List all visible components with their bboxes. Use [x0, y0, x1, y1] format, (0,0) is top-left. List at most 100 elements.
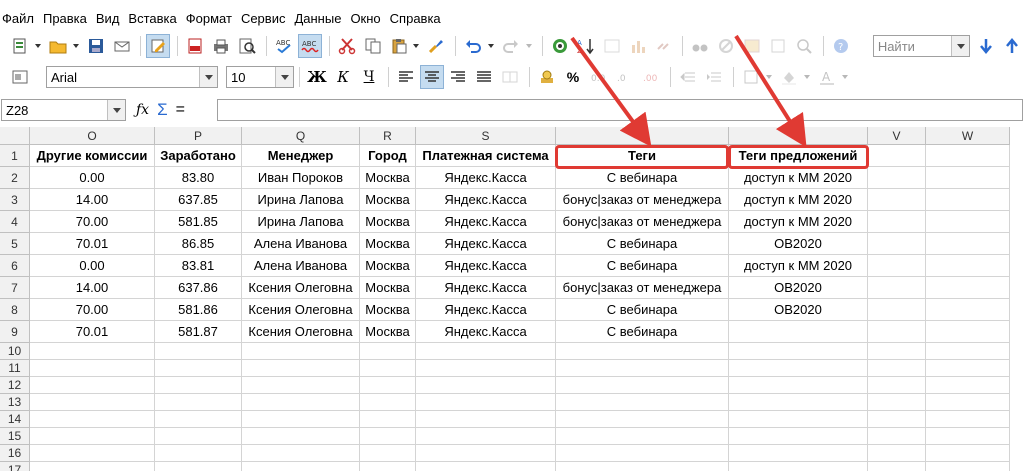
data-cell[interactable]	[416, 360, 556, 377]
data-cell[interactable]	[242, 360, 360, 377]
number-format-icon[interactable]: 0.0	[587, 65, 611, 89]
data-cell[interactable]: Москва	[360, 299, 416, 321]
header-cell[interactable]: Другие комиссии	[30, 145, 155, 167]
cut-icon[interactable]	[335, 34, 359, 58]
underline-button[interactable]: Ч	[357, 65, 381, 89]
data-cell[interactable]	[868, 189, 926, 211]
data-cell[interactable]: Яндекс.Касса	[416, 299, 556, 321]
data-cell[interactable]: доступ к ММ 2020	[729, 211, 868, 233]
data-cell[interactable]: OB2020	[729, 277, 868, 299]
image-icon[interactable]	[740, 34, 764, 58]
data-cell[interactable]	[556, 377, 729, 394]
data-cell[interactable]: Ирина Лапова	[242, 189, 360, 211]
data-cell[interactable]	[416, 462, 556, 471]
data-cell[interactable]	[155, 445, 242, 462]
find-up-icon[interactable]	[1000, 34, 1024, 58]
select-all-corner[interactable]	[0, 127, 30, 145]
no-entry-icon[interactable]	[714, 34, 738, 58]
paste-dropdown-icon[interactable]	[412, 34, 420, 58]
data-cell[interactable]	[155, 360, 242, 377]
clipboard-icon[interactable]	[387, 34, 411, 58]
data-cell[interactable]: С вебинара	[556, 167, 729, 189]
row-header[interactable]: 11	[0, 360, 30, 377]
data-cell[interactable]: Ксения Олеговна	[242, 277, 360, 299]
data-cell[interactable]: 14.00	[30, 277, 155, 299]
data-cell[interactable]	[926, 255, 1010, 277]
data-cell[interactable]: Иван Пороков	[242, 167, 360, 189]
data-cell[interactable]	[926, 211, 1010, 233]
chart-icon[interactable]	[626, 34, 650, 58]
data-cell[interactable]	[155, 462, 242, 471]
data-cell[interactable]	[416, 411, 556, 428]
row-header[interactable]: 14	[0, 411, 30, 428]
new-dropdown-icon[interactable]	[34, 34, 42, 58]
add-decimal-icon[interactable]: .0	[613, 65, 637, 89]
data-cell[interactable]	[729, 394, 868, 411]
data-cell[interactable]	[729, 377, 868, 394]
column-header[interactable]: P	[155, 127, 242, 145]
data-cell[interactable]	[360, 428, 416, 445]
menu-item[interactable]: Данные	[290, 8, 346, 30]
data-cell[interactable]	[868, 360, 926, 377]
function-wizard-icon[interactable]: ƒx	[136, 102, 149, 118]
data-cell[interactable]	[30, 394, 155, 411]
find-down-icon[interactable]	[974, 34, 998, 58]
open-dropdown-icon[interactable]	[72, 34, 80, 58]
data-cell[interactable]: OB2020	[729, 299, 868, 321]
column-header[interactable]: Q	[242, 127, 360, 145]
sum-button[interactable]: Σ	[157, 100, 168, 120]
frame-icon[interactable]	[766, 34, 790, 58]
email-icon[interactable]	[110, 34, 134, 58]
row-header[interactable]: 5	[0, 233, 30, 255]
row-header[interactable]: 16	[0, 445, 30, 462]
data-cell[interactable]	[926, 277, 1010, 299]
binoculars-icon[interactable]	[688, 34, 712, 58]
data-cell[interactable]	[926, 189, 1010, 211]
find-field-text[interactable]: Найти	[874, 39, 952, 54]
name-box-value[interactable]: Z28	[2, 103, 107, 118]
data-cell[interactable]	[926, 445, 1010, 462]
data-cell[interactable]	[729, 343, 868, 360]
menu-item[interactable]: Вставка	[124, 8, 181, 30]
delete-decimal-icon[interactable]: .00	[639, 65, 663, 89]
data-cell[interactable]: Алена Иванова	[242, 255, 360, 277]
data-cell[interactable]	[242, 377, 360, 394]
find-field[interactable]: Найти	[872, 35, 971, 57]
percent-button[interactable]: %	[561, 65, 585, 89]
data-cell[interactable]: Ксения Олеговна	[242, 321, 360, 343]
data-cell[interactable]	[868, 321, 926, 343]
data-cell[interactable]	[556, 445, 729, 462]
print-preview-icon[interactable]	[235, 34, 259, 58]
menu-item[interactable]: Файл	[0, 8, 39, 30]
data-cell[interactable]: Яндекс.Касса	[416, 255, 556, 277]
column-header[interactable]: S	[416, 127, 556, 145]
data-cell[interactable]	[30, 377, 155, 394]
data-cell[interactable]: OB2020	[729, 233, 868, 255]
currency-icon[interactable]	[535, 65, 559, 89]
data-cell[interactable]: доступ к ММ 2020	[729, 189, 868, 211]
row-header[interactable]: 13	[0, 394, 30, 411]
navigator-icon[interactable]	[548, 34, 572, 58]
background-color-icon[interactable]	[777, 65, 801, 89]
data-cell[interactable]	[556, 411, 729, 428]
data-cell[interactable]	[868, 411, 926, 428]
row-header[interactable]: 9	[0, 321, 30, 343]
edit-mode-icon[interactable]	[146, 34, 171, 58]
pdf-icon[interactable]	[183, 34, 207, 58]
data-cell[interactable]: Москва	[360, 233, 416, 255]
data-cell[interactable]	[242, 445, 360, 462]
data-cell[interactable]	[416, 428, 556, 445]
equals-button[interactable]: =	[176, 101, 185, 119]
data-cell[interactable]	[868, 445, 926, 462]
data-cell[interactable]	[416, 445, 556, 462]
data-cell[interactable]	[360, 360, 416, 377]
header-cell[interactable]	[868, 145, 926, 167]
data-cell[interactable]	[926, 360, 1010, 377]
styles-icon[interactable]	[8, 65, 32, 89]
undo-dropdown-icon[interactable]	[487, 34, 495, 58]
data-cell[interactable]	[360, 462, 416, 471]
font-size-dropdown-icon[interactable]	[275, 67, 293, 87]
data-cell[interactable]: Москва	[360, 321, 416, 343]
header-cell[interactable]: Заработано	[155, 145, 242, 167]
data-cell[interactable]	[416, 394, 556, 411]
